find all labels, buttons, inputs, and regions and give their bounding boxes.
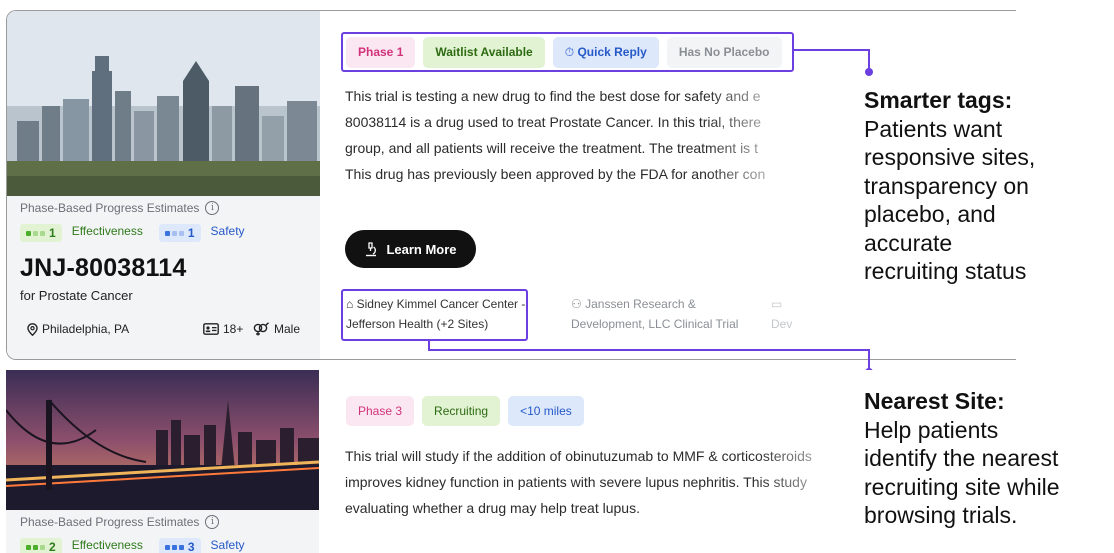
sex-requirement: Male xyxy=(252,322,300,336)
tag-distance[interactable]: <10 miles xyxy=(508,396,584,426)
glasses-icon: ⚇ xyxy=(571,297,582,311)
callout-smarter-tags: Smarter tags: Patients want responsive s… xyxy=(864,87,1036,284)
trial-description: This trial is testing a new drug to find… xyxy=(345,83,800,187)
safety-label: Safety xyxy=(210,224,245,238)
learn-more-button[interactable]: Learn More xyxy=(345,230,476,268)
info-icon[interactable]: i xyxy=(205,201,220,215)
drug-name: JNJ-80038114 xyxy=(20,254,187,282)
trial-image-bridge xyxy=(6,370,319,510)
effectiveness-label: Effectiveness xyxy=(71,224,143,238)
callout-dot-tags xyxy=(865,68,873,76)
callout-nearest-site: Nearest Site: Help patients identify the… xyxy=(864,388,1060,528)
document-icon: ▭ xyxy=(771,297,783,311)
trial-description-2: This trial will study if the addition of… xyxy=(345,443,857,521)
safety-score: 1 xyxy=(158,224,201,242)
progress-scores-2: 2 Effectiveness 3 Safety xyxy=(20,538,245,553)
effectiveness-score: 2 xyxy=(20,538,62,553)
effectiveness-bars xyxy=(26,230,45,236)
safety-label: Safety xyxy=(210,538,245,552)
safety-score: 3 xyxy=(158,538,201,553)
id-card-icon xyxy=(203,323,219,335)
effectiveness-score: 1 xyxy=(20,224,62,242)
tag-phase[interactable]: Phase 3 xyxy=(346,396,415,426)
age-requirement: 18+ xyxy=(203,322,243,336)
trial-image-skyline xyxy=(7,11,320,196)
tags-highlight-box xyxy=(341,32,794,72)
microscope-icon xyxy=(366,241,377,256)
effectiveness-label: Effectiveness xyxy=(71,538,143,552)
progress-scores: 1 Effectiveness 1 Safety xyxy=(20,224,245,242)
condition: for Prostate Cancer xyxy=(20,288,133,303)
progress-estimates-label-2: Phase-Based Progress Estimates i xyxy=(20,515,220,529)
safety-bars xyxy=(164,230,184,236)
progress-estimates-label: Phase-Based Progress Estimates i xyxy=(20,201,220,215)
bridge-illustration xyxy=(6,370,319,510)
skyline-illustration xyxy=(7,11,320,196)
effectiveness-bars xyxy=(26,544,45,550)
info-icon[interactable]: i xyxy=(205,515,220,529)
site-other[interactable]: ▭ Dev xyxy=(771,294,792,334)
trial-tags-2: Phase 3 Recruiting <10 miles xyxy=(346,396,584,426)
gender-icon xyxy=(253,322,269,336)
safety-bars xyxy=(164,544,184,550)
location-pin-icon xyxy=(27,322,38,336)
site-sponsor[interactable]: ⚇ Janssen Research & Development, LLC Cl… xyxy=(571,294,738,334)
site-highlight-box xyxy=(341,289,528,341)
location: Philadelphia, PA xyxy=(27,322,129,336)
tag-recruiting[interactable]: Recruiting xyxy=(422,396,501,426)
